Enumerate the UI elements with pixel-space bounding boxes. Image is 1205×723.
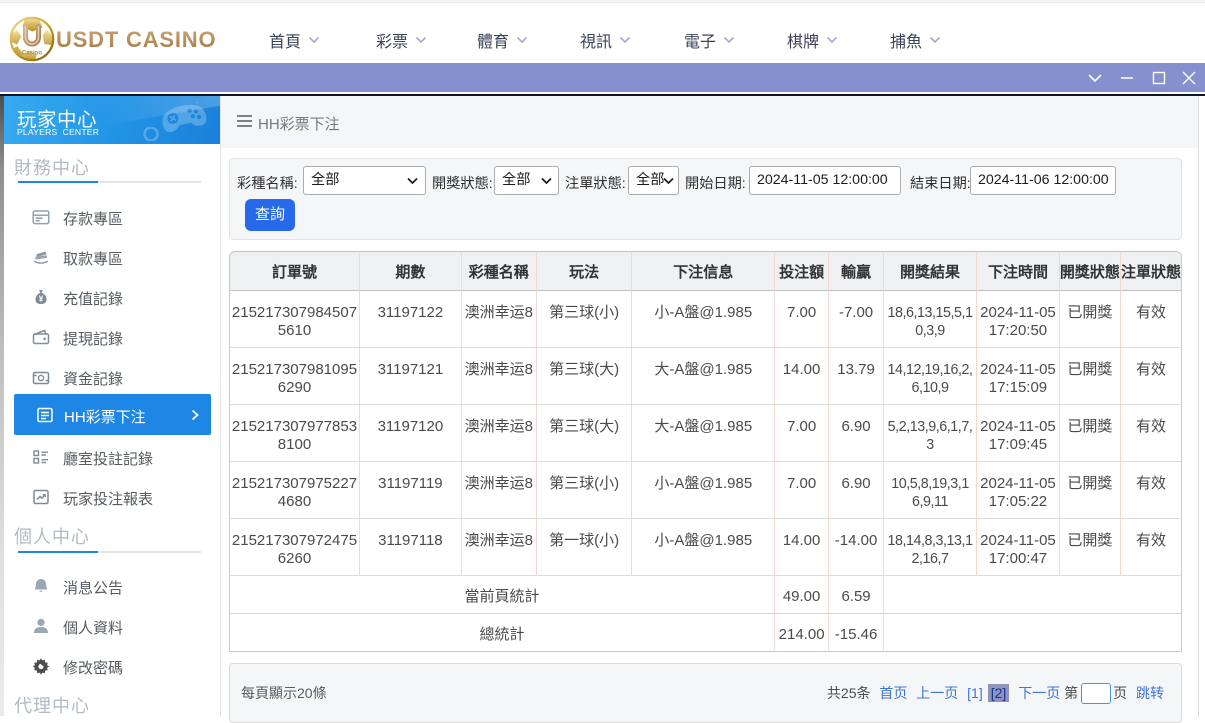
svg-text:¥: ¥ bbox=[39, 294, 44, 303]
svg-text:Casino: Casino bbox=[22, 51, 42, 57]
